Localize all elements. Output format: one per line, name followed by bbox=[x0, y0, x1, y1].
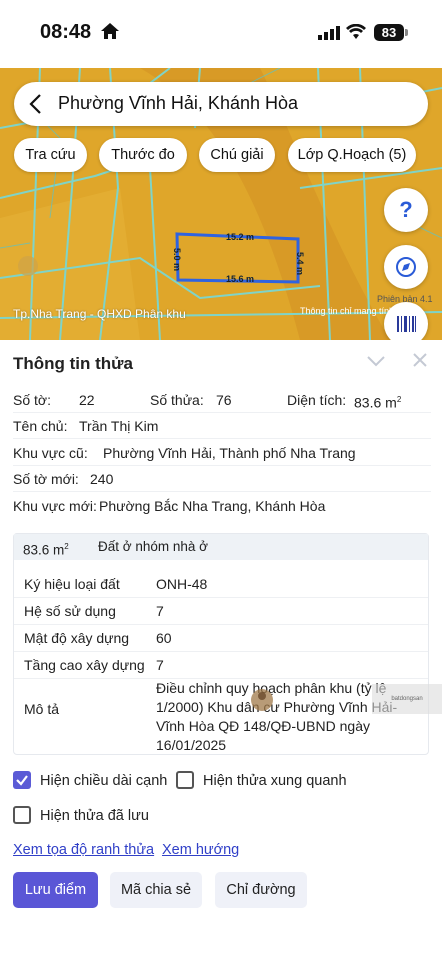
new-sheet-row: Số tờ mới: 240 bbox=[13, 466, 431, 492]
help-icon[interactable]: ? bbox=[384, 188, 428, 232]
watermark-brand: batdongsan bbox=[372, 684, 442, 714]
zone-land-type: Đất ở nhóm nhà ở bbox=[98, 539, 209, 554]
parcel-number-value: 76 bbox=[216, 392, 232, 408]
view-boundary-coords-link[interactable]: Xem tọa độ ranh thửa bbox=[13, 842, 154, 858]
search-bar[interactable]: Phường Vĩnh Hải, Khánh Hòa bbox=[14, 82, 428, 126]
zone-area: 83.6 m2 bbox=[23, 542, 69, 558]
table-row: Tầng cao xây dựng 7 bbox=[14, 652, 428, 679]
checkbox-unchecked-icon[interactable] bbox=[176, 771, 194, 789]
directions-button[interactable]: Chỉ đường bbox=[215, 872, 307, 908]
edge-top-length: 15.2 m bbox=[226, 232, 255, 242]
new-area-row: Khu vực mới: Phường Bắc Nha Trang, Khánh… bbox=[13, 493, 431, 519]
search-title: Phường Vĩnh Hải, Khánh Hòa bbox=[58, 93, 299, 113]
wifi-icon bbox=[346, 23, 366, 45]
chevron-down-icon[interactable] bbox=[366, 354, 386, 373]
new-sheet-label: Số tờ mới: bbox=[13, 471, 79, 487]
parcel-number-label: Số thửa: bbox=[150, 392, 204, 408]
close-icon[interactable] bbox=[412, 352, 428, 373]
checkbox-checked-icon[interactable] bbox=[13, 771, 31, 789]
status-bar: 08:48 83 bbox=[0, 0, 442, 68]
watermark-avatar-icon bbox=[238, 682, 290, 718]
compass-icon[interactable] bbox=[384, 245, 428, 289]
new-area-value: Phường Bắc Nha Trang, Khánh Hòa bbox=[99, 498, 326, 514]
table-row: Hệ số sử dụng 7 bbox=[14, 598, 428, 625]
show-edge-length-label: Hiện chiều dài cạnh bbox=[40, 773, 168, 789]
sheet-number-value: 22 bbox=[79, 392, 95, 408]
planning-table-header: 83.6 m2 Đất ở nhóm nhà ở bbox=[14, 534, 428, 560]
new-area-label: Khu vực mới: bbox=[13, 498, 97, 514]
parcel-info-sheet: Thông tin thửa Số tờ: 22 Số thửa: 76 Diệ… bbox=[0, 340, 442, 960]
table-row: Ký hiệu loại đất ONH-48 bbox=[14, 571, 428, 598]
back-arrow-icon[interactable] bbox=[28, 93, 42, 120]
old-area-value: Phường Vĩnh Hải, Thành phố Nha Trang bbox=[103, 445, 356, 461]
sheet-title: Thông tin thửa bbox=[13, 354, 133, 373]
chip-measure[interactable]: Thước đo bbox=[99, 138, 187, 172]
owner-label: Tên chủ: bbox=[13, 418, 68, 434]
battery-indicator: 83 bbox=[374, 24, 404, 41]
share-code-button[interactable]: Mã chia sẻ bbox=[110, 872, 202, 908]
signal-icon bbox=[318, 26, 340, 45]
status-time: 08:48 bbox=[40, 21, 92, 43]
old-area-row: Khu vực cũ: Phường Vĩnh Hải, Thành phố N… bbox=[13, 440, 431, 466]
sheet-number-label: Số tờ: bbox=[13, 392, 51, 408]
view-direction-link[interactable]: Xem hướng bbox=[162, 842, 239, 858]
chip-legend[interactable]: Chú giải bbox=[199, 138, 275, 172]
area-value: 83.6 m2 bbox=[354, 394, 402, 411]
description-label: Mô tả bbox=[24, 701, 60, 717]
old-area-label: Khu vực cũ: bbox=[13, 445, 88, 461]
home-icon bbox=[100, 22, 120, 45]
edge-left-length: 5.0 m bbox=[172, 248, 182, 272]
show-saved-label: Hiện thửa đã lưu bbox=[40, 808, 149, 824]
edge-bottom-length: 15.6 m bbox=[226, 274, 255, 284]
table-row: Mật độ xây dựng 60 bbox=[14, 625, 428, 652]
chip-planning-layers[interactable]: Lớp Q.Hoạch (5) bbox=[288, 138, 416, 172]
description-row: Mô tả Điều chỉnh quy hoạch phân khu (tỷ … bbox=[14, 679, 428, 753]
new-sheet-value: 240 bbox=[90, 471, 114, 487]
save-point-button[interactable]: Lưu điểm bbox=[13, 872, 98, 908]
parcel-ids-row: Số tờ: 22 Số thửa: 76 Diện tích: 83.6 m2 bbox=[13, 387, 431, 413]
map-disclaimer: Thông tin chỉ mang tính... bbox=[300, 306, 402, 316]
show-neighbors-label: Hiện thửa xung quanh bbox=[203, 773, 347, 789]
owner-value: Trần Thị Kim bbox=[79, 418, 159, 434]
chip-lookup[interactable]: Tra cứu bbox=[14, 138, 87, 172]
battery-tip bbox=[405, 29, 408, 36]
checkbox-unchecked-icon[interactable] bbox=[13, 806, 31, 824]
planning-table: 83.6 m2 Đất ở nhóm nhà ở Ký hiệu loại đấ… bbox=[13, 533, 429, 755]
map-caption: Tp.Nha Trang - QHXD Phân khu bbox=[13, 307, 186, 321]
edge-right-length: 5.4 m bbox=[295, 252, 305, 276]
area-label: Diện tích: bbox=[287, 392, 347, 408]
map-view[interactable]: 15.2 m 15.6 m 5.0 m 5.4 m Phường Vĩnh Hả… bbox=[0, 68, 442, 340]
owner-row: Tên chủ: Trần Thị Kim bbox=[13, 413, 431, 439]
